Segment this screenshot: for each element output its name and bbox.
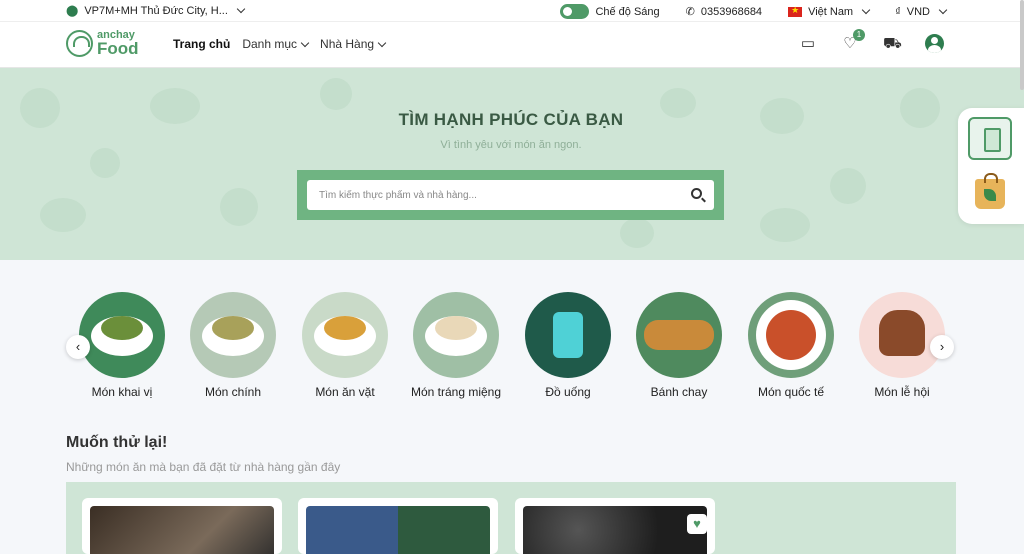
category-item[interactable]: Đồ uống [512, 292, 624, 399]
section-subtitle: Những món ăn mà bạn đã đặt từ nhà hàng g… [66, 460, 341, 474]
nav-categories-label: Danh mục [242, 37, 298, 51]
hero-banner: TÌM HẠNH PHÚC CỦA BẠN Vì tình yêu với mó… [0, 68, 1024, 260]
category-label: Đồ uống [545, 385, 591, 399]
theme-toggle[interactable]: Chế độ Sáng [560, 4, 660, 19]
carousel-next-button[interactable]: › [930, 335, 954, 359]
nav-categories[interactable]: Danh mục [242, 37, 310, 51]
chevron-down-icon [861, 5, 871, 15]
category-label: Món ăn vặt [315, 385, 375, 399]
category-image [525, 292, 611, 378]
section-title: Muốn thử lại! [66, 434, 168, 451]
category-image [859, 292, 945, 378]
heart-icon[interactable]: ♡ 1 [841, 28, 865, 53]
cart-icon[interactable]: ⛟ [883, 35, 902, 53]
pattern-shape [40, 198, 86, 232]
category-carousel: Món khai vị Món chính Món ăn vặt Món trá… [66, 292, 956, 404]
vietnam-flag-icon [788, 5, 803, 17]
category-item[interactable]: Bánh chay [623, 292, 735, 399]
nav-restaurants-label: Nhà Hàng [320, 37, 375, 51]
currency-icon: ₫ [895, 5, 901, 18]
nav-menu: Trang chủ Danh mục Nhà Hàng [173, 37, 387, 51]
drink-cup-icon[interactable] [968, 117, 1012, 160]
top-bar: ⬤ VP7M+MH Thủ Đức City, H... Chế độ Sáng… [0, 0, 1024, 22]
category-label: Món khai vị [91, 385, 153, 399]
search-input[interactable] [307, 180, 667, 210]
currency-selector[interactable]: ₫ VND [895, 5, 948, 18]
category-image [190, 292, 276, 378]
theme-label: Chế độ Sáng [595, 5, 660, 18]
category-label: Món tráng miệng [410, 385, 502, 399]
phone-contact[interactable]: ✆ 0353968684 [685, 5, 763, 19]
logo[interactable]: anchay Food [66, 30, 139, 57]
category-item[interactable]: Món tráng miệng [400, 292, 512, 399]
category-label: Bánh chay [650, 385, 708, 399]
category-image [79, 292, 165, 378]
nav-restaurants[interactable]: Nhà Hàng [320, 37, 387, 51]
scrollbar[interactable] [1020, 0, 1024, 90]
category-label: Món lễ hội [874, 385, 930, 399]
chevron-down-icon [236, 4, 246, 14]
phone-number: 0353968684 [700, 5, 763, 18]
card-image [523, 506, 707, 554]
category-item[interactable]: Món chính [177, 292, 289, 399]
pattern-shape [220, 188, 258, 226]
chevron-down-icon [377, 38, 387, 47]
currency-label: VND [906, 5, 930, 18]
leaf-icon [66, 30, 93, 57]
floating-side-panel [958, 108, 1024, 224]
pattern-shape [760, 208, 810, 242]
language-label: Việt Nam [808, 5, 854, 18]
chevron-down-icon [938, 5, 948, 15]
hero-title: TÌM HẠNH PHÚC CỦA BẠN [398, 110, 624, 129]
pattern-shape [830, 168, 866, 204]
category-item[interactable]: Món quốc tế [735, 292, 847, 399]
location-text: VP7M+MH Thủ Đức City, H... [84, 4, 228, 17]
chevron-down-icon [300, 38, 310, 47]
category-image [636, 292, 722, 378]
hero-subtitle: Vì tình yêu với món ăn ngon. [440, 139, 582, 151]
carousel-prev-button[interactable]: ‹ [66, 335, 90, 359]
pattern-shape [620, 218, 654, 248]
category-label: Món chính [204, 385, 262, 399]
search-icon[interactable] [691, 188, 702, 199]
card-image [306, 506, 490, 554]
map-pin-icon: ⬤ [66, 5, 79, 17]
shopping-bag-icon[interactable] [975, 173, 1005, 209]
message-icon[interactable]: ▭ [799, 35, 817, 53]
category-label: Món quốc tế [757, 385, 825, 399]
restaurant-card[interactable]: ♥ [515, 498, 715, 554]
location-selector[interactable]: ⬤ VP7M+MH Thủ Đức City, H... [66, 4, 246, 17]
category-image [413, 292, 499, 378]
logo-line2: Food [97, 39, 139, 58]
main-nav: anchay Food Trang chủ Danh mục Nhà Hàng … [0, 22, 1024, 68]
card-image [90, 506, 274, 554]
pattern-shape [320, 78, 352, 110]
category-image [302, 292, 388, 378]
pattern-shape [90, 148, 120, 178]
restaurant-card[interactable] [298, 498, 498, 554]
search-container [297, 170, 724, 220]
phone-icon: ✆ [685, 6, 695, 18]
language-selector[interactable]: Việt Nam [788, 5, 871, 18]
user-avatar-icon[interactable] [925, 34, 944, 53]
restaurant-card[interactable] [82, 498, 282, 554]
nav-home[interactable]: Trang chủ [173, 37, 230, 51]
category-image [748, 292, 834, 378]
category-item[interactable]: Món ăn vặt [289, 292, 401, 399]
heart-icon[interactable]: ♥ [687, 514, 707, 534]
wishlist-badge: 1 [853, 28, 865, 41]
toggle-switch[interactable] [560, 4, 590, 19]
